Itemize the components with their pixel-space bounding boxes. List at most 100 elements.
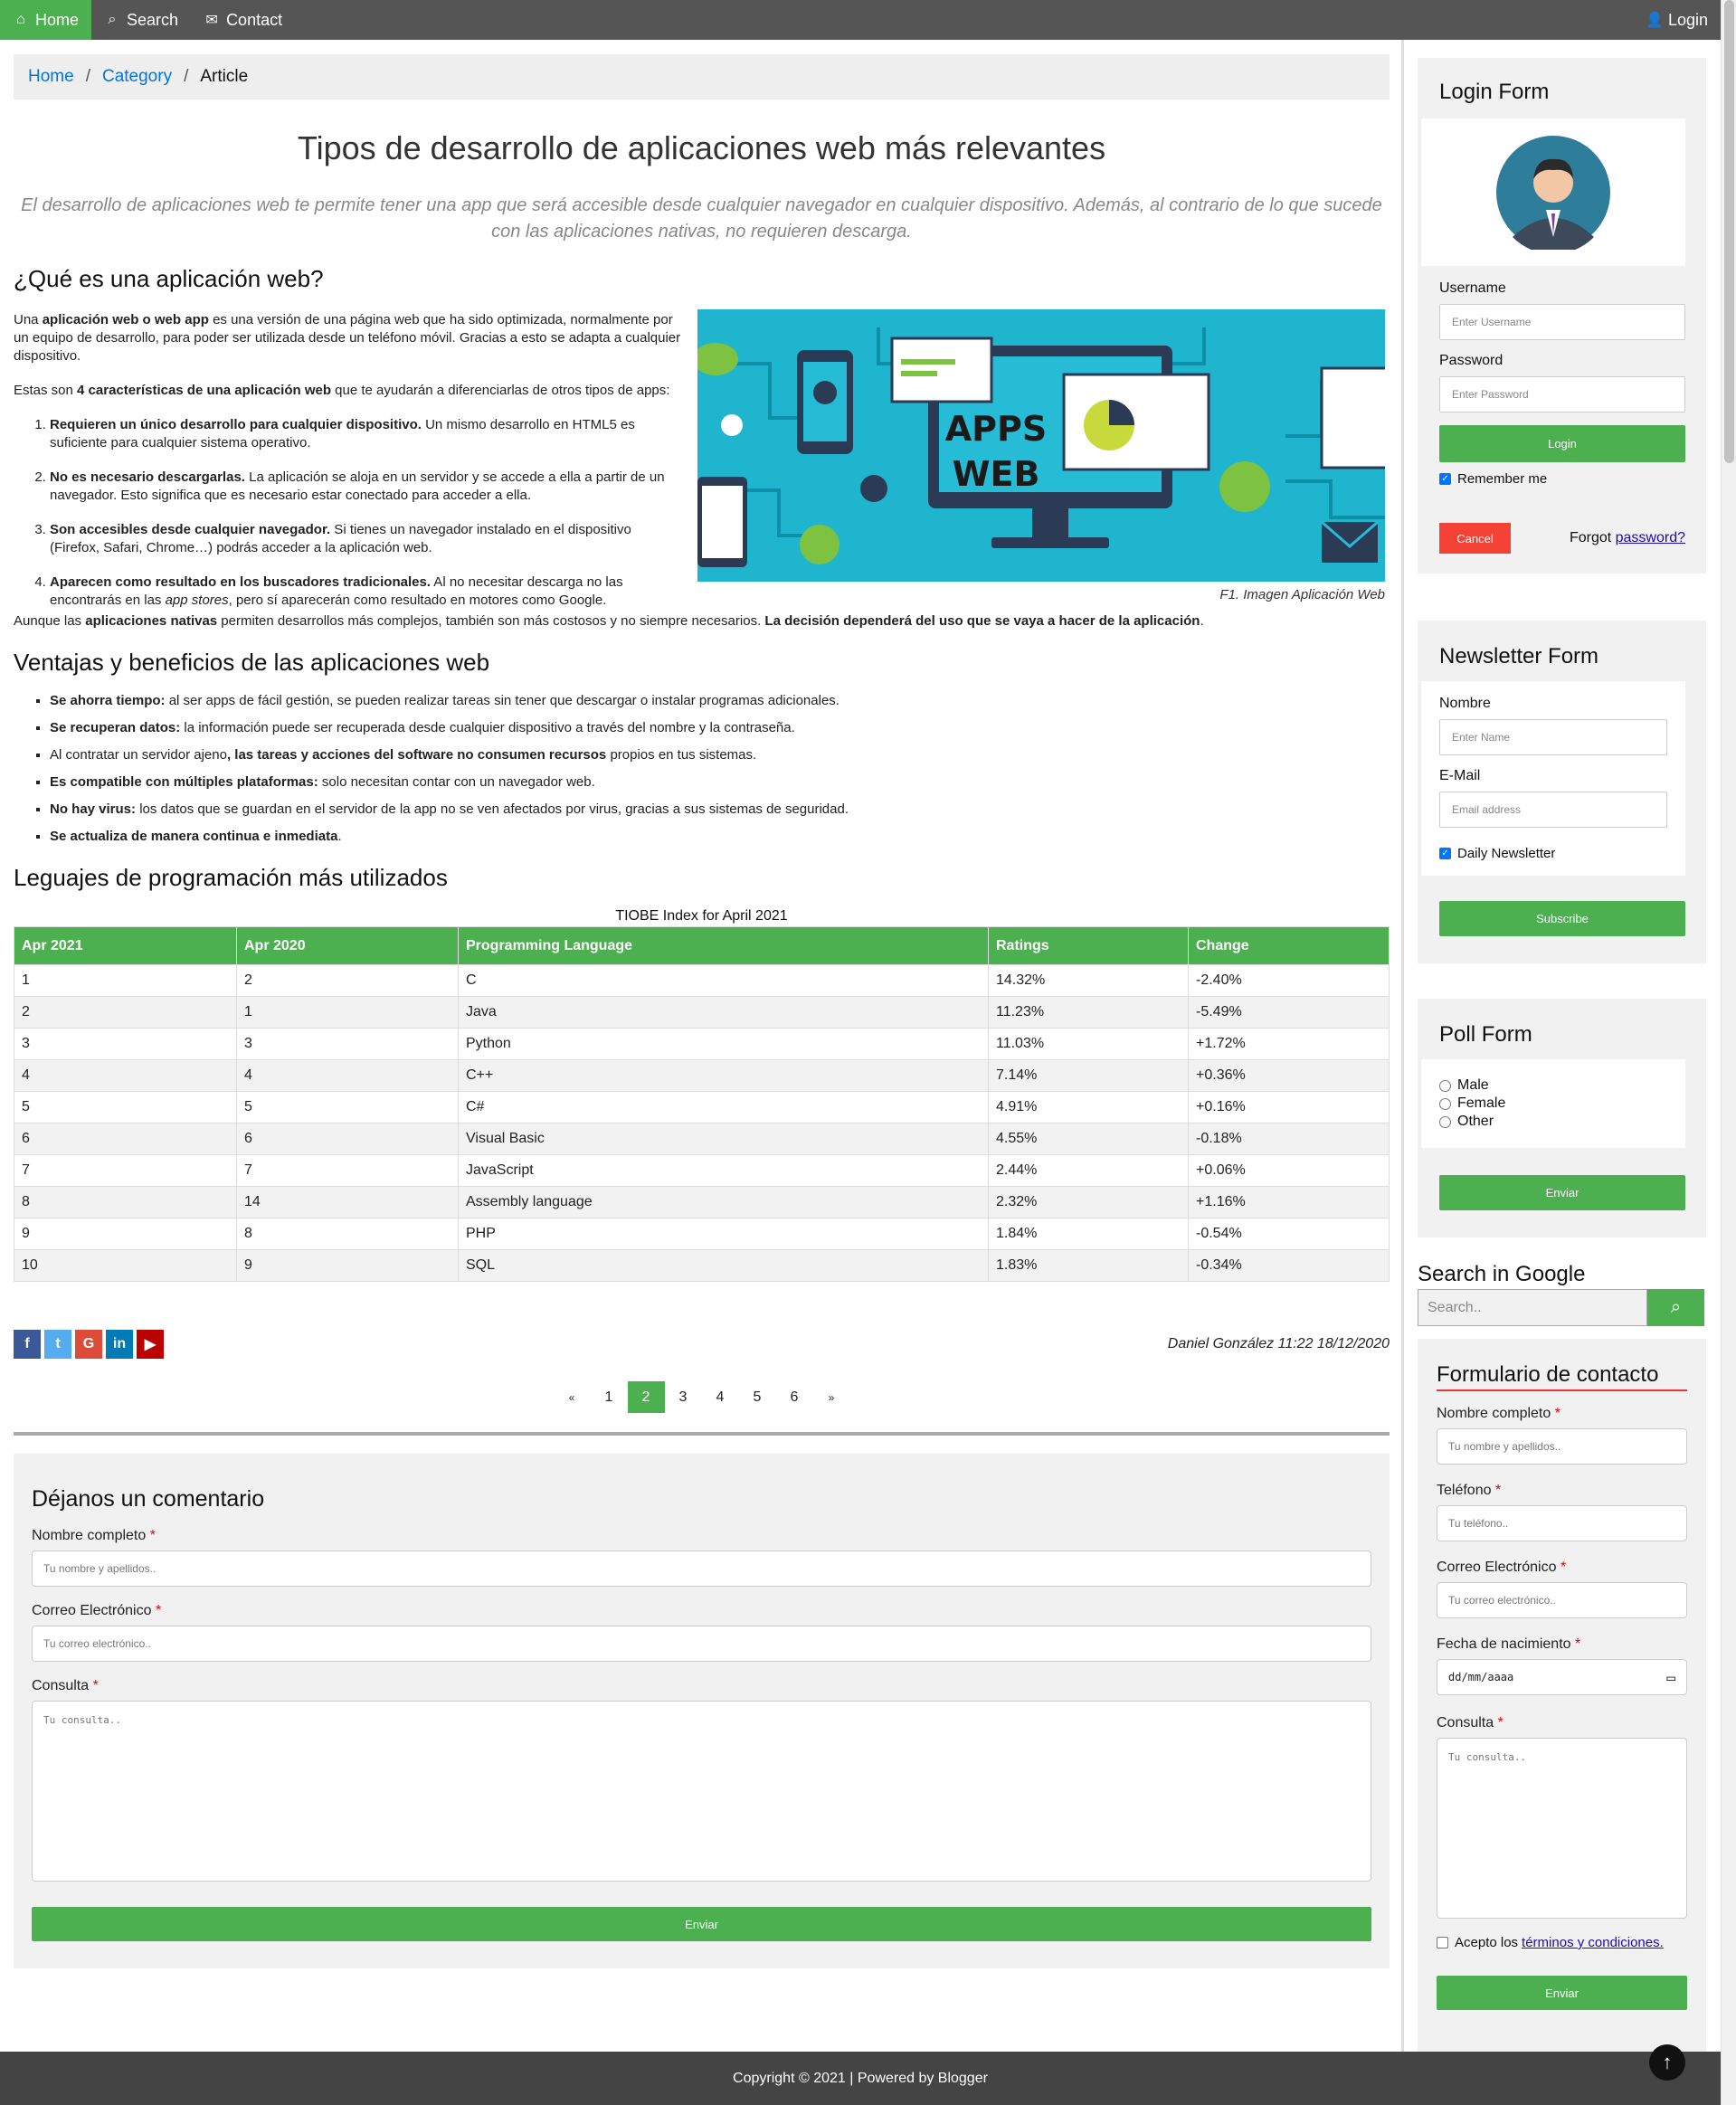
main-content: Home / Category / Article Tipos de desar… [14, 54, 1390, 1968]
poll-option-female[interactable]: Female [1439, 1095, 1667, 1113]
twitter-icon[interactable]: t [44, 1330, 71, 1359]
contact-phone-input[interactable]: Tu teléfono.. [1437, 1505, 1687, 1541]
breadcrumb-category[interactable]: Category [102, 67, 172, 87]
google-search-button[interactable]: ⌕ [1647, 1289, 1704, 1326]
nav-home[interactable]: ⌂ Home [0, 0, 92, 40]
subscribe-button[interactable]: Subscribe [1439, 901, 1685, 936]
poll-submit-button[interactable]: Enviar [1439, 1175, 1685, 1210]
contact-email-label: Correo Electrónico * [1437, 1560, 1567, 1575]
forgot-password: Forgot password? [1569, 530, 1685, 545]
radio-icon [1439, 1097, 1451, 1110]
comment-email-input[interactable]: Tu correo electrónico.. [32, 1626, 1371, 1662]
facebook-icon[interactable]: f [14, 1330, 41, 1359]
paragraph: Una aplicación web o web app es una vers… [14, 312, 681, 364]
pagination-page[interactable]: 3 [665, 1381, 702, 1413]
forgot-password-link[interactable]: password? [1616, 530, 1685, 545]
contact-email-input[interactable]: Tu correo electrónico.. [1437, 1582, 1687, 1618]
remember-checkbox[interactable]: ✓ Remember me [1439, 471, 1685, 487]
table-cell: 1 [14, 964, 237, 997]
tiobe-table: Apr 2021 Apr 2020 Programming Language R… [14, 926, 1390, 1282]
table-cell: -2.40% [1188, 964, 1390, 997]
table-cell: 3 [14, 1028, 237, 1060]
password-input[interactable]: Enter Password [1439, 376, 1685, 412]
table-cell: +0.16% [1188, 1091, 1390, 1124]
google-search-title: Search in Google [1418, 1262, 1586, 1286]
table-cell: 2 [236, 964, 459, 997]
contact-query-textarea[interactable]: Tu consulta.. [1437, 1738, 1687, 1919]
pagination-next[interactable]: » [813, 1381, 850, 1413]
poll-option-other[interactable]: Other [1439, 1113, 1667, 1131]
pagination-prev[interactable]: « [554, 1381, 591, 1413]
table-cell: 2 [14, 996, 237, 1029]
intro-text: Una aplicación web o web app es una vers… [14, 311, 683, 619]
daily-newsletter-checkbox[interactable]: ✓ Daily Newsletter [1439, 846, 1667, 861]
youtube-icon[interactable]: ▶ [137, 1330, 164, 1359]
table-cell: 3 [236, 1028, 459, 1060]
newsletter-fields: Nombre Enter Name E-Mail Email address ✓… [1421, 681, 1685, 876]
scrollbar-thumb[interactable] [1724, 0, 1734, 463]
linkedin-icon[interactable]: in [106, 1330, 133, 1359]
pagination-page[interactable]: 6 [776, 1381, 813, 1413]
email-label: Correo Electrónico * [32, 1603, 162, 1618]
pagination-page[interactable]: 5 [739, 1381, 776, 1413]
terms-link[interactable]: términos y condiciones. [1522, 1935, 1664, 1950]
table-row: 9 8 PHP 1.84% -0.54% [14, 1218, 1390, 1250]
table-cell: Assembly language [458, 1186, 989, 1218]
contact-form: Formulario de contacto Nombre completo *… [1418, 1339, 1706, 2052]
user-icon: 👤 [1645, 13, 1664, 28]
contact-birth-input[interactable]: dd/mm/aaaa ▭ [1437, 1659, 1687, 1695]
nav-search[interactable]: ⌕ Search [91, 0, 191, 40]
cancel-button[interactable]: Cancel [1439, 523, 1511, 554]
arrow-up-icon: ↑ [1662, 2051, 1673, 2073]
top-navbar: ⌂ Home ⌕ Search ✉ Contact 👤 Login [0, 0, 1721, 40]
table-caption: TIOBE Index for April 2021 [615, 908, 788, 924]
newsletter-name-label: Nombre [1439, 696, 1491, 711]
pagination-page[interactable]: 1 [591, 1381, 628, 1413]
comment-query-textarea[interactable]: Tu consulta.. [32, 1701, 1371, 1882]
terms-checkbox[interactable]: Acepto los términos y condiciones. [1437, 1935, 1687, 1950]
share-row: f t G in ▶ Daniel González 11:22 18/12/2… [14, 1329, 1390, 1360]
newsletter-email-input[interactable]: Email address [1439, 792, 1667, 828]
table-row: 5 5 C# 4.91% +0.16% [14, 1091, 1390, 1124]
article-lead: El desarrollo de aplicaciones web te per… [21, 195, 1382, 242]
poll-option-male[interactable]: Male [1439, 1076, 1667, 1095]
footer: Copyright © 2021 | Powered by Blogger [0, 2052, 1721, 2105]
google-icon[interactable]: G [75, 1330, 102, 1359]
pagination: « 1 2 3 4 5 6 » [14, 1381, 1390, 1413]
contact-name-label: Nombre completo * [1437, 1406, 1561, 1421]
pagination-page[interactable]: 4 [702, 1381, 739, 1413]
google-search-input[interactable]: Search.. [1418, 1289, 1647, 1326]
newsletter-name-input[interactable]: Enter Name [1439, 719, 1667, 755]
contact-submit-button[interactable]: Enviar [1437, 1976, 1687, 2010]
table-cell: 4 [236, 1059, 459, 1092]
table-cell: +1.72% [1188, 1028, 1390, 1060]
table-header-row: Apr 2021 Apr 2020 Programming Language R… [14, 926, 1390, 965]
table-cell: 14.32% [988, 964, 1189, 997]
column-header: Change [1188, 926, 1390, 965]
table-cell: 7.14% [988, 1059, 1189, 1092]
name-label: Nombre completo * [32, 1528, 156, 1543]
contact-name-input[interactable]: Tu nombre y apellidos.. [1437, 1428, 1687, 1465]
calendar-icon[interactable]: ▭ [1666, 1669, 1675, 1686]
username-input[interactable]: Enter Username [1439, 304, 1685, 340]
table-cell: 2.44% [988, 1154, 1189, 1187]
table-cell: 7 [14, 1154, 237, 1187]
nav-contact[interactable]: ✉ Contact [191, 0, 295, 40]
scroll-to-top-button[interactable]: ↑ [1649, 2044, 1685, 2081]
breadcrumb-home[interactable]: Home [28, 67, 74, 87]
checkbox-checked-icon: ✓ [1439, 473, 1451, 485]
article-author: Daniel González 11:22 18/12/2020 [1167, 1336, 1390, 1351]
nav-login[interactable]: 👤 Login [1633, 0, 1721, 40]
login-button[interactable]: Login [1439, 425, 1685, 462]
intro-section: Una aplicación web o web app es una vers… [14, 309, 1390, 619]
comment-title: Déjanos un comentario [32, 1486, 265, 1512]
poll-options: Male Female Other [1421, 1059, 1685, 1148]
page-scrollbar[interactable] [1721, 0, 1736, 2105]
breadcrumb-separator: / [184, 67, 189, 86]
comment-name-input[interactable]: Tu nombre y apellidos.. [32, 1550, 1371, 1587]
page-title: Tipos de desarrollo de aplicaciones web … [297, 129, 1106, 166]
login-title: Login Form [1439, 80, 1550, 104]
table-cell: 14 [236, 1186, 459, 1218]
pagination-page-active[interactable]: 2 [627, 1381, 665, 1413]
comment-submit-button[interactable]: Enviar [32, 1907, 1371, 1941]
